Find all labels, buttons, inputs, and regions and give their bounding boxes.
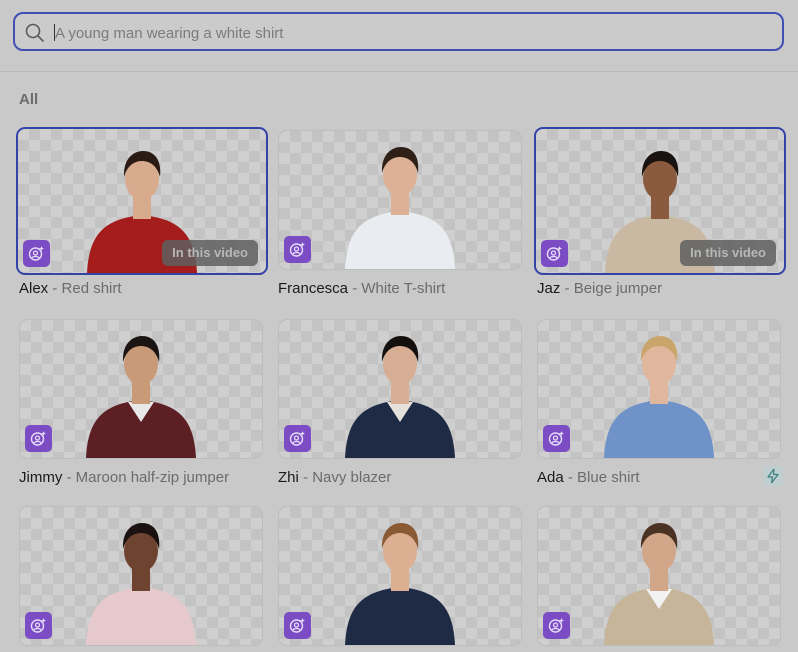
caption-separator: - bbox=[62, 469, 76, 486]
avatar-caption: Jimmy - Maroon half-zip jumper bbox=[19, 469, 229, 486]
caption-separator: - bbox=[348, 280, 362, 297]
ai-avatar-icon[interactable] bbox=[25, 612, 52, 639]
avatar-name: Alex bbox=[19, 280, 49, 297]
avatar-card[interactable]: Jimmy - Maroon half-zip jumper bbox=[19, 319, 265, 486]
avatar-name: Ada bbox=[537, 469, 564, 486]
avatar-portrait-icon bbox=[345, 147, 455, 269]
avatar-caption: Ada - Blue shirt bbox=[537, 469, 640, 486]
avatar-description: White T-shirt bbox=[361, 280, 446, 297]
avatar-thumbnail[interactable]: In this video bbox=[534, 127, 786, 275]
caption-separator: - bbox=[563, 469, 578, 486]
avatar-description: Navy blazer bbox=[312, 469, 392, 486]
avatar-name: Zhi bbox=[278, 469, 299, 486]
search-bar-area bbox=[0, 0, 798, 72]
avatar-description: Beige jumper bbox=[573, 280, 663, 297]
avatar-thumbnail[interactable] bbox=[278, 506, 522, 646]
caption-separator: - bbox=[298, 469, 313, 486]
avatar-card[interactable]: In this video Jaz - Beige jumper bbox=[534, 127, 786, 297]
avatar-thumbnail[interactable] bbox=[19, 506, 263, 646]
avatar-card[interactable] bbox=[19, 506, 265, 646]
avatar-description: Maroon half-zip jumper bbox=[75, 469, 230, 486]
ai-avatar-icon[interactable] bbox=[284, 612, 311, 639]
caption-separator: - bbox=[48, 280, 62, 297]
ai-avatar-icon[interactable] bbox=[284, 236, 311, 263]
ai-avatar-icon[interactable] bbox=[23, 240, 50, 267]
lightning-icon[interactable] bbox=[763, 466, 783, 486]
avatar-thumbnail[interactable] bbox=[278, 319, 522, 459]
avatar-card[interactable] bbox=[278, 506, 524, 646]
avatar-card[interactable]: Ada - Blue shirt bbox=[537, 319, 783, 486]
avatar-thumbnail[interactable] bbox=[278, 130, 522, 270]
avatar-description: Red shirt bbox=[61, 280, 122, 297]
search-box[interactable] bbox=[13, 12, 784, 51]
avatar-name: Francesca bbox=[278, 280, 349, 297]
avatar-thumbnail[interactable] bbox=[537, 506, 781, 646]
ai-avatar-icon[interactable] bbox=[543, 612, 570, 639]
avatar-portrait-icon bbox=[86, 336, 196, 458]
avatar-caption: Zhi - Navy blazer bbox=[278, 469, 391, 486]
ai-avatar-icon[interactable] bbox=[25, 425, 52, 452]
avatar-caption: Jaz - Beige jumper bbox=[537, 280, 662, 297]
avatar-portrait-icon bbox=[604, 336, 714, 458]
ai-avatar-icon[interactable] bbox=[541, 240, 568, 267]
avatar-portrait-icon bbox=[345, 336, 455, 458]
search-input[interactable] bbox=[53, 21, 757, 45]
section-title: All bbox=[19, 91, 39, 108]
avatar-thumbnail[interactable] bbox=[537, 319, 781, 459]
avatar-name: Jaz bbox=[537, 280, 561, 297]
avatar-portrait-icon bbox=[345, 523, 455, 645]
avatar-portrait-icon bbox=[604, 523, 714, 645]
in-this-video-badge: In this video bbox=[162, 240, 258, 266]
avatar-name: Jimmy bbox=[19, 469, 63, 486]
avatar-thumbnail[interactable]: In this video bbox=[16, 127, 268, 275]
avatar-card[interactable]: In this video Alex - Red shirt bbox=[16, 127, 268, 297]
in-this-video-badge: In this video bbox=[680, 240, 776, 266]
avatar-card[interactable]: Francesca - White T-shirt bbox=[278, 130, 524, 297]
search-icon bbox=[25, 23, 44, 42]
avatar-caption: Francesca - White T-shirt bbox=[278, 280, 445, 297]
ai-avatar-icon[interactable] bbox=[284, 425, 311, 452]
avatar-caption: Alex - Red shirt bbox=[19, 280, 122, 297]
avatar-card[interactable] bbox=[537, 506, 783, 646]
caption-separator: - bbox=[560, 280, 574, 297]
avatar-card[interactable]: Zhi - Navy blazer bbox=[278, 319, 524, 486]
avatar-portrait-icon bbox=[86, 523, 196, 645]
avatar-thumbnail[interactable] bbox=[19, 319, 263, 459]
ai-avatar-icon[interactable] bbox=[543, 425, 570, 452]
avatar-description: Blue shirt bbox=[577, 469, 640, 486]
